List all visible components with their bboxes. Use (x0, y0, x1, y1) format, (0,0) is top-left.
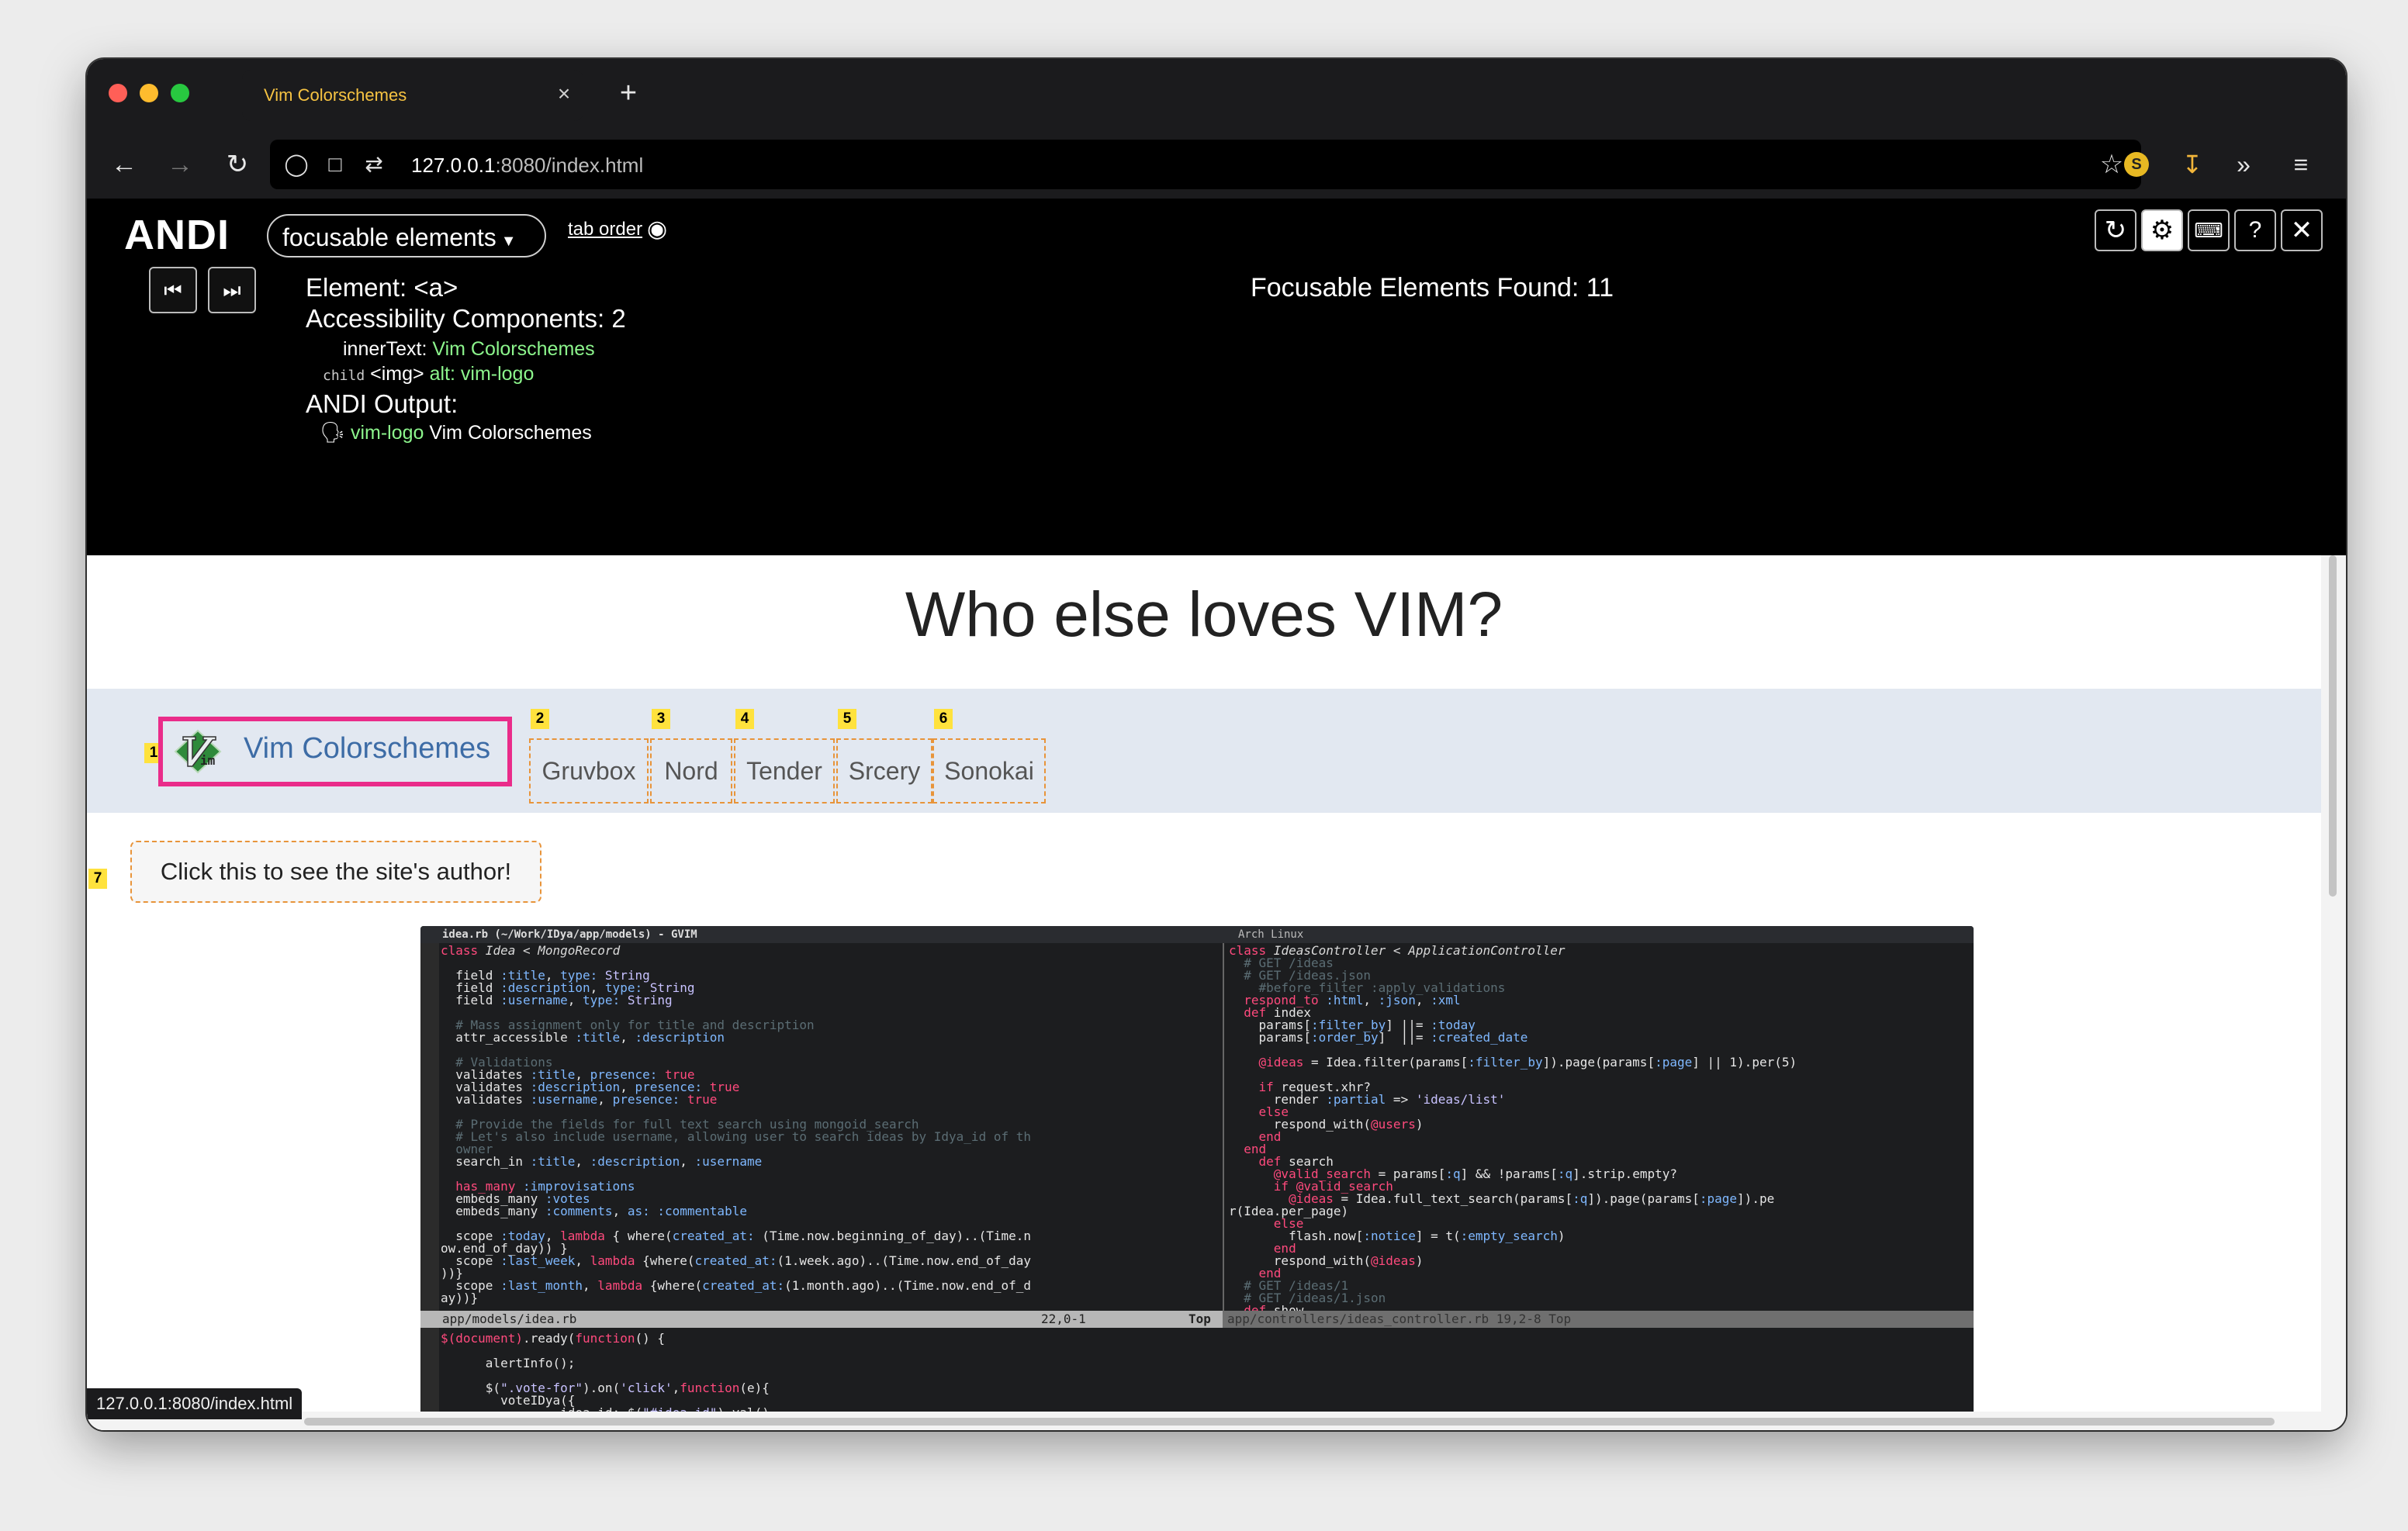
innertext-value: Vim Colorschemes (432, 338, 595, 360)
forward-icon[interactable]: → (161, 146, 199, 183)
gvim-title-right: Arch Linux (1238, 928, 1304, 941)
download-icon[interactable]: ↧ (2174, 146, 2211, 183)
andi-close-button[interactable]: ✕ (2281, 209, 2323, 251)
horizontal-scrollbar[interactable] (87, 1412, 2321, 1430)
tab-strip: Vim Colorschemes × + (87, 59, 2346, 130)
next-element-button[interactable]: ⏭ (208, 267, 256, 313)
sonokai-link[interactable]: Sonokai (932, 738, 1046, 804)
gvim-screenshot-image: idea.rb (~/Work/IDya/app/models) - GVIM … (420, 926, 1974, 1430)
gvim-status-file: app/models/idea.rb (442, 1312, 577, 1326)
url-host: 127.0.0.1 (411, 154, 496, 177)
page-content: Who else loves VIM? 1 im Vim Colorscheme… (87, 555, 2321, 1430)
gvim-status-pos: 22,0-1 (1041, 1312, 1086, 1326)
innertext-label: innerText: (343, 338, 427, 360)
andi-output-row: 🗣 vim-logo Vim Colorschemes (320, 420, 592, 444)
focus-marker-4: 4 (735, 709, 754, 729)
author-button[interactable]: Click this to see the site's author! (130, 841, 541, 903)
vim-colorschemes-link[interactable]: im Vim Colorschemes (158, 717, 512, 786)
minimize-window-button[interactable] (140, 84, 158, 102)
andi-child-row: child <img> alt: vim-logo (323, 363, 534, 385)
extensions-overflow-icon[interactable]: » (2225, 146, 2262, 183)
gvim-status-right: app/controllers/ideas_controller.rb 19,2… (1223, 1311, 1974, 1328)
navigation-bar: ← → ↻ ◯ □ ⇄ 127.0.0.1:8080/index.html ☆ … (87, 130, 2346, 199)
vim-link-label: Vim Colorschemes (244, 732, 491, 765)
nord-link[interactable]: Nord (650, 738, 732, 804)
site-nav: 1 im Vim Colorschemes 2 Gruvbox 3 Nord 4… (87, 689, 2321, 813)
andi-keyboard-button[interactable]: ⌨ (2188, 209, 2230, 251)
previous-element-button[interactable]: ⏮ (149, 267, 197, 313)
child-alt-value: vim-logo (460, 363, 535, 385)
andi-mode-label: focusable elements (282, 223, 496, 251)
horizontal-scroll-thumb[interactable] (304, 1418, 2275, 1426)
gvim-title-left: idea.rb (~/Work/IDya/app/models) - GVIM (442, 928, 697, 941)
tab-vim-colorschemes[interactable]: Vim Colorschemes × (242, 70, 583, 121)
gvim-titlebar: idea.rb (~/Work/IDya/app/models) - GVIM … (420, 926, 1974, 943)
new-tab-button[interactable]: + (611, 76, 645, 110)
screen-reader-icon: 🗣 (320, 420, 346, 444)
vertical-scrollbar[interactable] (2321, 555, 2346, 1430)
andi-innertext-row: innerText: Vim Colorschemes (343, 338, 595, 361)
andi-output-label: ANDI Output: (306, 389, 458, 418)
bookmark-star-icon[interactable]: ☆ (2096, 149, 2127, 180)
close-window-button[interactable] (109, 84, 127, 102)
vim-logo-icon: im (174, 729, 222, 774)
menu-icon[interactable]: ≡ (2282, 146, 2320, 183)
output-alt: vim-logo (350, 422, 424, 444)
focus-marker-2: 2 (531, 709, 549, 729)
tab-title: Vim Colorschemes (264, 85, 407, 105)
back-icon[interactable]: ← (106, 146, 143, 183)
gvim-gutter (420, 943, 439, 1430)
focus-marker-7: 7 (88, 869, 107, 889)
andi-panel: ANDI focusable elements ▼ tab order ◉ ↻ ⚙… (87, 199, 2346, 555)
child-label: child (323, 368, 365, 384)
page-icon: □ (328, 152, 342, 176)
child-tag: <img> (370, 363, 424, 385)
url-path: :8080/index.html (495, 154, 644, 177)
browser-window: Vim Colorschemes × + ← → ↻ ◯ □ ⇄ 127.0.0… (87, 59, 2346, 1430)
gruvbox-link[interactable]: Gruvbox (529, 738, 649, 804)
gvim-left-pane: class Idea < MongoRecord field :title, t… (441, 943, 1032, 1305)
output-text: Vim Colorschemes (429, 422, 592, 444)
link-status-url: 127.0.0.1:8080/index.html (87, 1388, 303, 1419)
focus-marker-5: 5 (838, 709, 856, 729)
focusable-count: Focusable Elements Found: 11 (1251, 273, 1614, 302)
address-bar[interactable]: ◯ □ ⇄ 127.0.0.1:8080/index.html ☆ (270, 140, 2141, 189)
focus-marker-3: 3 (652, 709, 670, 729)
gvim-statusline: app/models/idea.rb 22,0-1 Top app/contro… (420, 1311, 1974, 1328)
chevron-down-icon: ▼ (500, 233, 517, 250)
eye-icon[interactable]: ◉ (647, 216, 667, 243)
andi-logo: ANDI (124, 212, 230, 258)
vertical-scroll-thumb[interactable] (2329, 555, 2337, 897)
maximize-window-button[interactable] (171, 84, 189, 102)
reload-icon[interactable]: ↻ (219, 146, 256, 183)
andi-help-button[interactable]: ? (2234, 209, 2276, 251)
gvim-right-pane: class IdeasController < ApplicationContr… (1223, 943, 1974, 1317)
srcery-link[interactable]: Srcery (836, 738, 932, 804)
andi-refresh-button[interactable]: ↻ (2095, 209, 2136, 251)
child-alt-label: alt: (429, 363, 455, 385)
focus-marker-6: 6 (934, 709, 953, 729)
andi-mode-select[interactable]: focusable elements ▼ (267, 214, 546, 257)
andi-settings-button[interactable]: ⚙ (2141, 209, 2183, 251)
andi-element-label: Element: <a> (306, 273, 458, 302)
profile-avatar[interactable]: S (2124, 152, 2149, 177)
permissions-icon[interactable]: ⇄ (360, 150, 388, 178)
gvim-status-top: Top (1188, 1312, 1211, 1326)
svg-text:im: im (200, 753, 216, 768)
tender-link[interactable]: Tender (734, 738, 835, 804)
tab-order-link[interactable]: tab order (568, 219, 642, 240)
shield-icon[interactable]: ◯ (282, 150, 310, 178)
andi-components-label: Accessibility Components: 2 (306, 304, 626, 333)
url-text[interactable]: 127.0.0.1:8080/index.html (411, 154, 643, 178)
tab-close-icon[interactable]: × (551, 81, 577, 107)
page-title: Who else loves VIM? (905, 579, 1503, 650)
